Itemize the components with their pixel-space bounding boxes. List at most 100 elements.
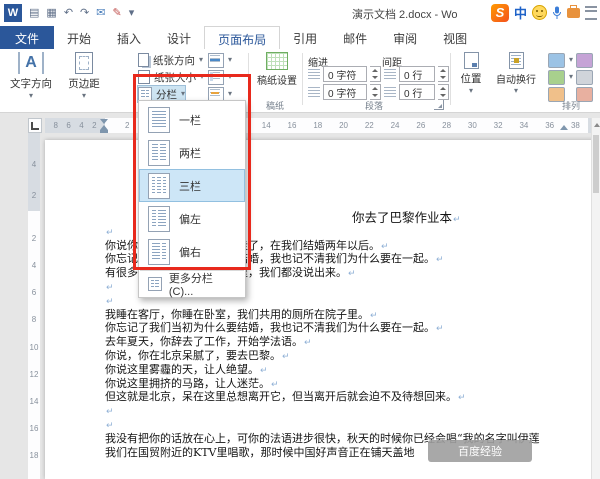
group-objects-icon (576, 70, 593, 85)
paper-size-button[interactable]: 纸张大小 ▾ (138, 69, 204, 85)
document-page[interactable]: 你去了巴黎作业本↵ ↵ 你说你要去巴黎，就这样你走了，在我们结婚两年以后。↵ 你… (45, 140, 600, 479)
margins-button[interactable]: 页边距 ▾ (62, 52, 106, 108)
bring-forward-button[interactable]: ▾ (548, 52, 573, 68)
document-line: 你忘记了我们当初为什么要结婚，我也记不清我们为什么要在一起。↵ (105, 321, 600, 335)
toolbox-icon[interactable] (567, 8, 580, 18)
ruler-left-margin: 8 6 4 2 (45, 118, 105, 133)
paragraph-mark: ↵ (260, 366, 268, 376)
touch-mode-icon[interactable]: ▤ (29, 4, 39, 22)
word-logo-icon[interactable]: W (4, 4, 22, 22)
undo-icon[interactable]: ↶ (64, 4, 73, 22)
text-direction-icon: A (18, 52, 44, 74)
tab-references[interactable]: 引用 (280, 26, 330, 49)
ruler-number: 34 (519, 118, 528, 133)
group-label-paragraph: 段落 (365, 99, 383, 112)
indent-right-stepper[interactable] (370, 84, 381, 100)
bring-forward-icon (548, 53, 565, 68)
ruler-number: 6 (66, 118, 70, 133)
group-separator (302, 53, 303, 105)
two-columns-icon (148, 140, 170, 166)
document-line: 我睡在客厅，你睡在卧室，我们共用的厕所在院子里。↵ (105, 308, 600, 322)
chevron-down-icon: ▾ (228, 74, 232, 80)
spacing-before-field[interactable]: 0 行 (399, 66, 435, 82)
document-line: 你说，你在北京呆腻了，要去巴黎。↵ (105, 349, 600, 363)
horizontal-ruler[interactable]: 8 6 4 2 2 4 6 8 10 12 14 16 18 20 22 24 … (45, 118, 600, 133)
tab-selector[interactable] (28, 118, 42, 133)
ime-menu-icon[interactable] (585, 6, 597, 20)
indent-right-field[interactable]: 0 字符 (323, 84, 367, 100)
paragraph-mark: ↵ (436, 255, 444, 265)
menu-item-right-column[interactable]: 偏右 (139, 235, 245, 268)
save-icon[interactable]: ▦ (46, 4, 56, 22)
tab-review[interactable]: 审阅 (380, 26, 430, 49)
edit-icon[interactable]: ✎ (112, 4, 121, 22)
scrollbar-thumb[interactable] (593, 135, 599, 193)
microphone-icon[interactable] (552, 6, 562, 20)
menu-item-one-column[interactable]: 一栏 (139, 103, 245, 136)
title-bar: W ▤ ▦ ↶ ↷ ✉ ✎ ▾ 演示文档 2.docx - Wo S 中 (0, 0, 600, 26)
quick-access-toolbar: W ▤ ▦ ↶ ↷ ✉ ✎ ▾ (4, 4, 134, 22)
tab-file[interactable]: 文件 (0, 26, 54, 49)
chevron-down-icon: ▾ (469, 88, 473, 94)
tab-insert[interactable]: 插入 (104, 26, 154, 49)
right-indent-marker[interactable] (560, 125, 568, 130)
ruler-number: 20 (339, 118, 348, 133)
word-window: W ▤ ▦ ↶ ↷ ✉ ✎ ▾ 演示文档 2.docx - Wo S 中 文件 … (0, 0, 600, 479)
scroll-up-icon[interactable] (592, 118, 600, 132)
ruler-number: 30 (468, 118, 477, 133)
tab-mailings[interactable]: 邮件 (330, 26, 380, 49)
send-backward-icon (548, 70, 565, 85)
vertical-scrollbar[interactable] (591, 118, 600, 479)
ruler-number: 28 (442, 118, 451, 133)
menu-item-more-columns[interactable]: 更多分栏(C)... (139, 273, 245, 295)
paragraph-mark: ↵ (271, 380, 279, 390)
sogou-logo-icon[interactable]: S (491, 4, 509, 22)
first-line-indent-marker[interactable] (100, 119, 108, 124)
group-label-manuscript: 稿纸 (266, 99, 284, 112)
menu-item-three-columns[interactable]: 三栏 (139, 169, 245, 202)
line-numbers-button[interactable]: ▾ (208, 69, 232, 85)
redo-icon[interactable]: ↷ (80, 4, 89, 22)
group-label-arrange: 排列 (562, 99, 580, 112)
indent-left-field[interactable]: 0 字符 (323, 66, 367, 82)
emoji-icon[interactable] (532, 5, 547, 20)
chevron-down-icon: ▾ (228, 57, 232, 63)
text-direction-button[interactable]: A 文字方向 ▾ (4, 52, 58, 108)
tab-page-layout[interactable]: 页面布局 (204, 26, 280, 50)
email-icon[interactable]: ✉ (96, 4, 105, 22)
spacing-after-stepper[interactable] (438, 84, 449, 100)
vertical-ruler[interactable]: 4 2 2 4 6 8 10 12 14 16 18 (28, 133, 40, 479)
customize-qat-icon[interactable]: ▾ (129, 4, 135, 22)
ruler-number: 2 (125, 118, 129, 133)
chevron-down-icon: ▾ (29, 93, 33, 99)
breaks-button[interactable]: ▾ (208, 52, 232, 68)
ime-mode-chinese[interactable]: 中 (514, 3, 527, 22)
spacing-before-stepper[interactable] (438, 66, 449, 82)
ruler-number: 22 (365, 118, 374, 133)
orientation-button[interactable]: 纸张方向 ▾ (138, 52, 203, 68)
menu-item-left-column[interactable]: 偏左 (139, 202, 245, 235)
ruler-number: 8 (32, 312, 36, 327)
document-line: ↵ (105, 404, 600, 418)
indent-left-stepper[interactable] (370, 66, 381, 82)
group-button[interactable] (576, 69, 593, 85)
tab-home[interactable]: 开始 (54, 26, 104, 49)
tab-design[interactable]: 设计 (154, 26, 204, 49)
align-button[interactable] (576, 52, 593, 68)
orientation-icon (138, 53, 149, 67)
ruler-number: 16 (30, 421, 39, 436)
paragraph-mark: ↵ (106, 283, 114, 293)
more-columns-icon (148, 277, 162, 291)
menu-item-two-columns[interactable]: 两栏 (139, 136, 245, 169)
left-column-icon (148, 206, 170, 232)
spacing-after-field[interactable]: 0 行 (399, 84, 435, 100)
paragraph-dialog-launcher-icon[interactable] (434, 100, 444, 110)
tab-view[interactable]: 视图 (430, 26, 480, 49)
ruler-number: 24 (391, 118, 400, 133)
left-indent-marker[interactable] (100, 130, 108, 133)
send-backward-button[interactable]: ▾ (548, 69, 573, 85)
wrap-text-button[interactable]: 自动换行 ▾ (492, 52, 540, 108)
ruler-number: 2 (32, 188, 36, 203)
ruler-number: 2 (32, 231, 36, 246)
position-button[interactable]: 位置 ▾ (454, 52, 488, 108)
